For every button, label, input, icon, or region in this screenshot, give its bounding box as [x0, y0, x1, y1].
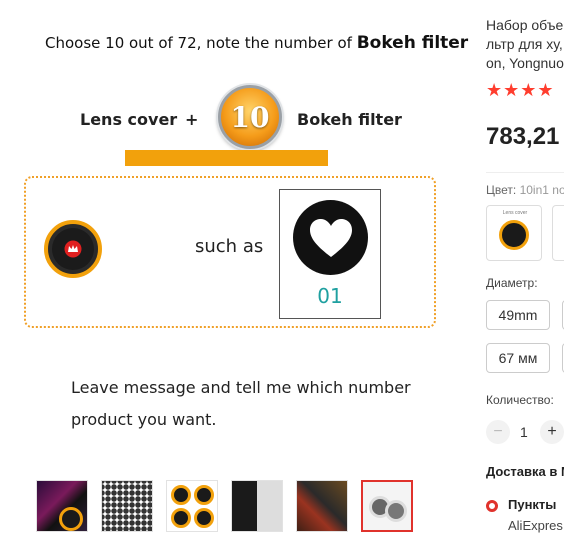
product-title-line-1[interactable]: Набор объе [486, 17, 563, 33]
promo-title: Choose 10 out of 72, note the number of … [45, 33, 468, 53]
diameter-label: Диаметр: [486, 276, 538, 290]
size-option-49mm[interactable]: 49mm [486, 300, 550, 330]
promo-title-text: Choose 10 out of 72, note the number of [45, 34, 352, 52]
filter-sample-card: 01 [279, 189, 381, 319]
filter-number: 01 [317, 284, 343, 308]
color-label-text: Цвет: [486, 183, 517, 197]
quantity-decrease-button[interactable]: − [486, 420, 510, 444]
badge-number: 10 [230, 100, 270, 134]
orange-divider-bar [125, 150, 328, 166]
color-thumb-caption: Lens cover [502, 210, 528, 216]
product-main-image[interactable]: Choose 10 out of 72, note the number of … [0, 0, 470, 465]
product-details-panel: Набор объе льтр для ху, on, Yongnuo ★★★★… [478, 0, 564, 535]
thumbnail-5[interactable] [296, 480, 348, 532]
quantity-label: Количество: [486, 393, 554, 407]
size-option-67mm[interactable]: 67 мм [486, 343, 550, 373]
color-label: Цвет: 10in1 no [486, 183, 564, 197]
lens-cap-icon [194, 508, 214, 528]
promo-title-strong: Bokeh filter [356, 33, 469, 53]
color-option-2[interactable] [552, 205, 564, 261]
pickup-radio[interactable] [486, 500, 498, 512]
lens-cover-icon [44, 220, 102, 278]
message-line-1: Leave message and tell me which number [71, 378, 411, 397]
heart-icon [309, 218, 352, 257]
lens-cap-icon [171, 508, 191, 528]
lens-cap-icon [499, 220, 529, 250]
thumbnail-6[interactable] [361, 480, 413, 532]
color-option-selected[interactable]: Lens cover [486, 205, 542, 261]
message-line-2: product you want. [71, 410, 217, 429]
bokeh-filter-label: Bokeh filter [297, 110, 402, 129]
such-as-label: such as [195, 236, 264, 257]
thumbnail-3[interactable] [166, 480, 218, 532]
plus-sign: + [185, 110, 199, 129]
quantity-value[interactable]: 1 [520, 424, 528, 440]
lens-cap-icon [385, 500, 407, 522]
thumbnail-strip [36, 480, 413, 532]
price: 783,21 [486, 123, 560, 150]
thumbnail-1[interactable] [36, 480, 88, 532]
pickup-sublabel: AliExpres [508, 518, 563, 533]
product-title-line-2[interactable]: льтр для ху, [486, 36, 563, 52]
lens-cap-icon [171, 485, 191, 505]
heart-filter-disc [293, 200, 368, 275]
quantity-increase-button[interactable]: + [540, 420, 564, 444]
rating-stars[interactable]: ★★★★ [486, 80, 555, 101]
shipping-title: Доставка в М [486, 464, 564, 479]
thumbnail-4[interactable] [231, 480, 283, 532]
color-value: 10in1 no [519, 183, 564, 197]
product-title-line-3[interactable]: on, Yongnuo [486, 55, 564, 71]
lens-cap-icon [194, 485, 214, 505]
crown-logo-icon [64, 240, 82, 258]
number-badge: 10 [218, 85, 282, 149]
lens-cover-label: Lens cover [80, 110, 178, 129]
camera-icon [59, 507, 83, 531]
pickup-label[interactable]: Пункты [508, 497, 556, 512]
divider [486, 172, 564, 173]
thumbnail-2[interactable] [101, 480, 153, 532]
